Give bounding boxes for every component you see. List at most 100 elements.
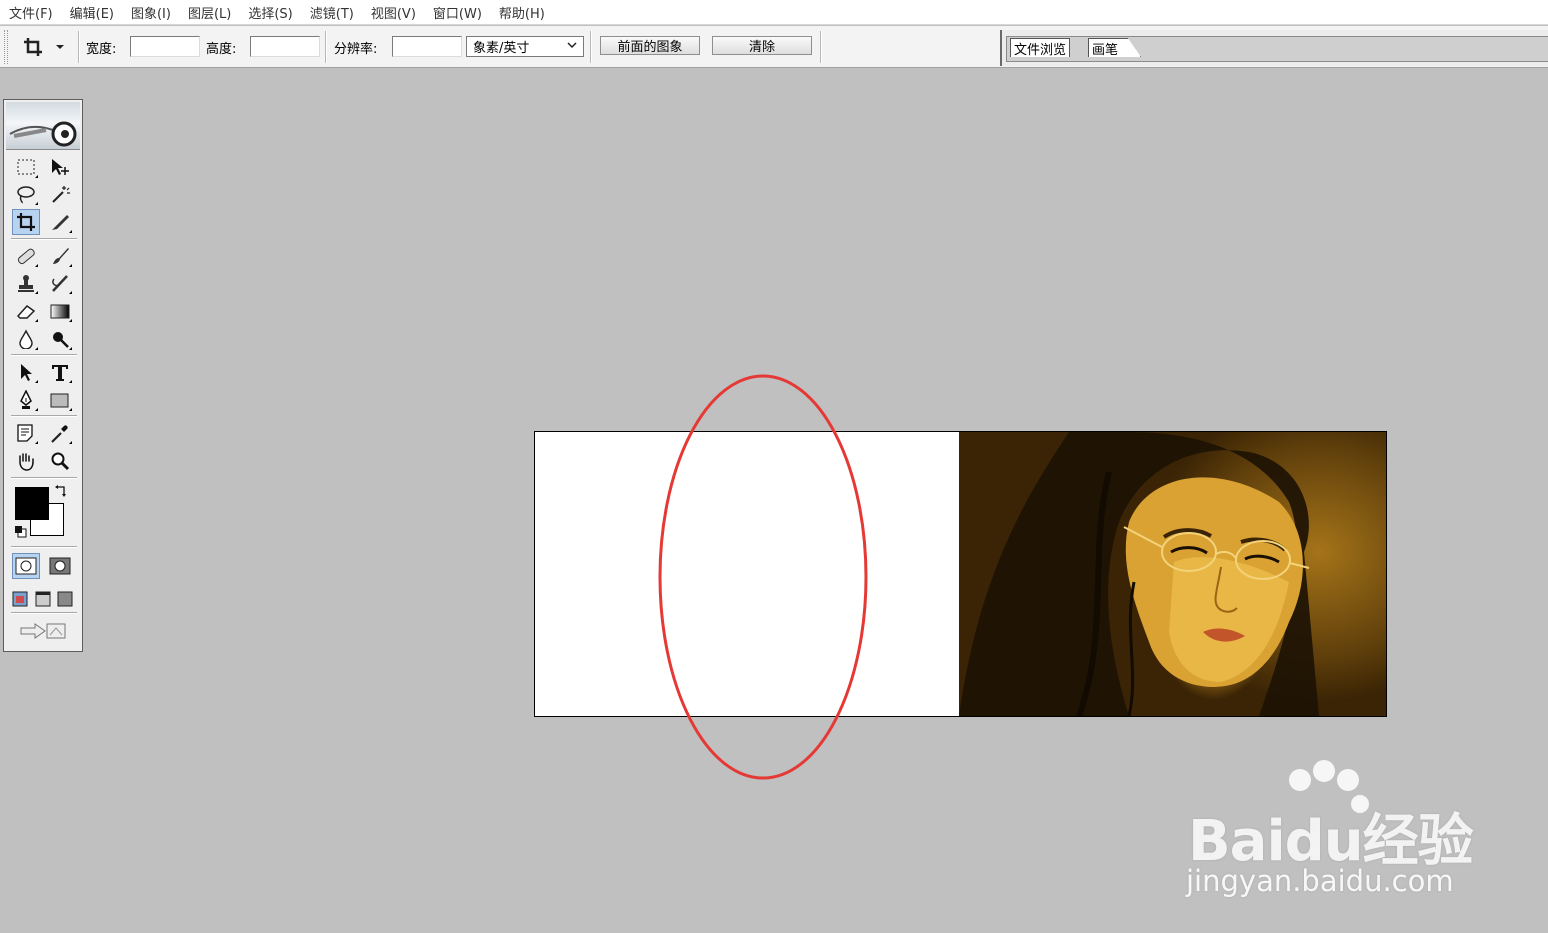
tab-file-browser[interactable]: 文件浏览 xyxy=(1010,38,1071,58)
eyedropper-icon xyxy=(51,425,68,443)
notes-tool[interactable] xyxy=(12,420,40,446)
quick-mask-mode-button[interactable] xyxy=(46,553,74,579)
history-brush-tool[interactable] xyxy=(46,270,74,296)
screen-mode-icon xyxy=(57,591,73,607)
foreground-color-swatch[interactable] xyxy=(15,487,49,520)
slice-tool[interactable] xyxy=(46,209,74,235)
toolbox-separator xyxy=(11,415,77,417)
blur-tool[interactable] xyxy=(12,326,40,352)
menu-layer[interactable]: 图层(L) xyxy=(188,3,231,22)
portrait-photo xyxy=(959,432,1386,716)
dodge-tool[interactable] xyxy=(46,326,74,352)
chevron-down-icon xyxy=(56,44,64,50)
move-icon xyxy=(52,159,69,175)
hand-tool[interactable] xyxy=(12,448,40,474)
menu-view[interactable]: 视图(V) xyxy=(371,3,416,22)
zoom-tool[interactable] xyxy=(46,448,74,474)
portrait-image xyxy=(959,432,1319,716)
jump-to-imageready-button[interactable] xyxy=(14,618,74,644)
type-icon xyxy=(52,365,68,381)
width-label: 宽度: xyxy=(86,42,117,57)
notes-icon xyxy=(17,424,33,442)
crop-icon xyxy=(17,213,35,231)
options-bar-grip[interactable] xyxy=(4,30,8,64)
toolbox-separator xyxy=(11,354,77,356)
options-separator xyxy=(78,31,80,63)
magic-wand-tool[interactable] xyxy=(46,181,74,207)
screen-mode-icon xyxy=(35,591,51,607)
adobe-online-logo[interactable] xyxy=(6,102,80,150)
toolbox-separator xyxy=(11,477,77,479)
toolbox-separator xyxy=(11,238,77,240)
crop-tool[interactable] xyxy=(12,209,40,235)
imageready-icon xyxy=(20,623,66,639)
menu-edit[interactable]: 编辑(E) xyxy=(70,3,114,22)
hand-icon xyxy=(19,453,34,471)
lasso-icon xyxy=(17,186,35,204)
menu-help[interactable]: 帮助(H) xyxy=(499,3,545,22)
tools-palette xyxy=(3,99,83,652)
healing-brush-tool[interactable] xyxy=(12,243,40,269)
watermark-url: jingyan.baidu.com xyxy=(1186,864,1454,898)
arrow-icon xyxy=(21,364,32,381)
quick-mask-icon xyxy=(49,557,71,575)
type-tool[interactable] xyxy=(46,359,74,385)
eraser-tool[interactable] xyxy=(12,298,40,324)
options-separator xyxy=(590,31,592,63)
gradient-tool[interactable] xyxy=(46,298,74,324)
eraser-icon xyxy=(16,305,36,319)
menu-filter[interactable]: 滤镜(T) xyxy=(310,3,354,22)
menu-image[interactable]: 图象(I) xyxy=(131,3,171,22)
palette-well: 文件浏览 画笔 xyxy=(1000,30,1548,66)
clone-stamp-tool[interactable] xyxy=(12,270,40,296)
eyedropper-tool[interactable] xyxy=(46,420,74,446)
brush-tool[interactable] xyxy=(46,243,74,269)
standard-screen-mode-button[interactable] xyxy=(9,586,31,612)
resolution-unit-value: 象素/英寸 xyxy=(473,41,530,56)
standard-mode-button[interactable] xyxy=(12,553,40,579)
bandage-icon xyxy=(17,248,35,265)
height-label: 高度: xyxy=(206,42,237,57)
rect-marquee-tool[interactable] xyxy=(12,154,40,180)
default-colors-icon[interactable] xyxy=(14,525,28,542)
path-selection-tool[interactable] xyxy=(12,359,40,385)
options-separator xyxy=(325,31,327,63)
stamp-icon xyxy=(18,275,34,292)
menu-window[interactable]: 窗口(W) xyxy=(433,3,482,22)
crop-icon xyxy=(22,36,44,58)
tool-preset-picker[interactable] xyxy=(22,34,72,60)
full-screen-menu-mode-button[interactable] xyxy=(32,586,54,612)
feather-eye-icon xyxy=(9,121,77,147)
baidu-watermark: Baidu经验 jingyan.baidu.com xyxy=(1180,760,1480,910)
front-image-button[interactable]: 前面的图象 xyxy=(600,36,700,55)
highlight-ellipse xyxy=(658,374,868,780)
lasso-tool[interactable] xyxy=(12,181,40,207)
toolbox-separator xyxy=(11,612,77,614)
slice-icon xyxy=(52,215,69,230)
menu-file[interactable]: 文件(F) xyxy=(9,3,53,22)
pen-icon xyxy=(20,390,32,409)
menu-select[interactable]: 选择(S) xyxy=(248,3,292,22)
rectangle-shape-tool[interactable] xyxy=(46,387,74,413)
options-separator xyxy=(820,31,822,63)
height-input[interactable] xyxy=(250,36,320,57)
full-screen-mode-button[interactable] xyxy=(54,586,76,612)
menu-bar: 文件(F) 编辑(E) 图象(I) 图层(L) 选择(S) 滤镜(T) 视图(V… xyxy=(0,0,1548,25)
clear-button[interactable]: 清除 xyxy=(712,36,812,55)
resolution-input[interactable] xyxy=(392,36,462,57)
options-bar: 宽度: 高度: 分辨率: 象素/英寸 前面的图象 清除 文件浏览 画笔 xyxy=(0,26,1548,68)
toolbox-separator xyxy=(11,546,77,548)
palette-well-tabstrip xyxy=(1006,36,1548,62)
move-tool[interactable] xyxy=(46,154,74,180)
resolution-unit-select[interactable]: 象素/英寸 xyxy=(466,36,584,57)
pen-tool[interactable] xyxy=(12,387,40,413)
chevron-down-icon xyxy=(567,41,577,52)
dodge-icon xyxy=(53,332,69,348)
marquee-icon xyxy=(17,159,35,175)
magic-wand-icon xyxy=(52,186,70,203)
standard-mode-icon xyxy=(15,557,37,575)
width-input[interactable] xyxy=(130,36,200,57)
droplet-icon xyxy=(19,329,33,349)
zoom-icon xyxy=(51,452,70,471)
swap-colors-icon[interactable] xyxy=(54,484,68,501)
